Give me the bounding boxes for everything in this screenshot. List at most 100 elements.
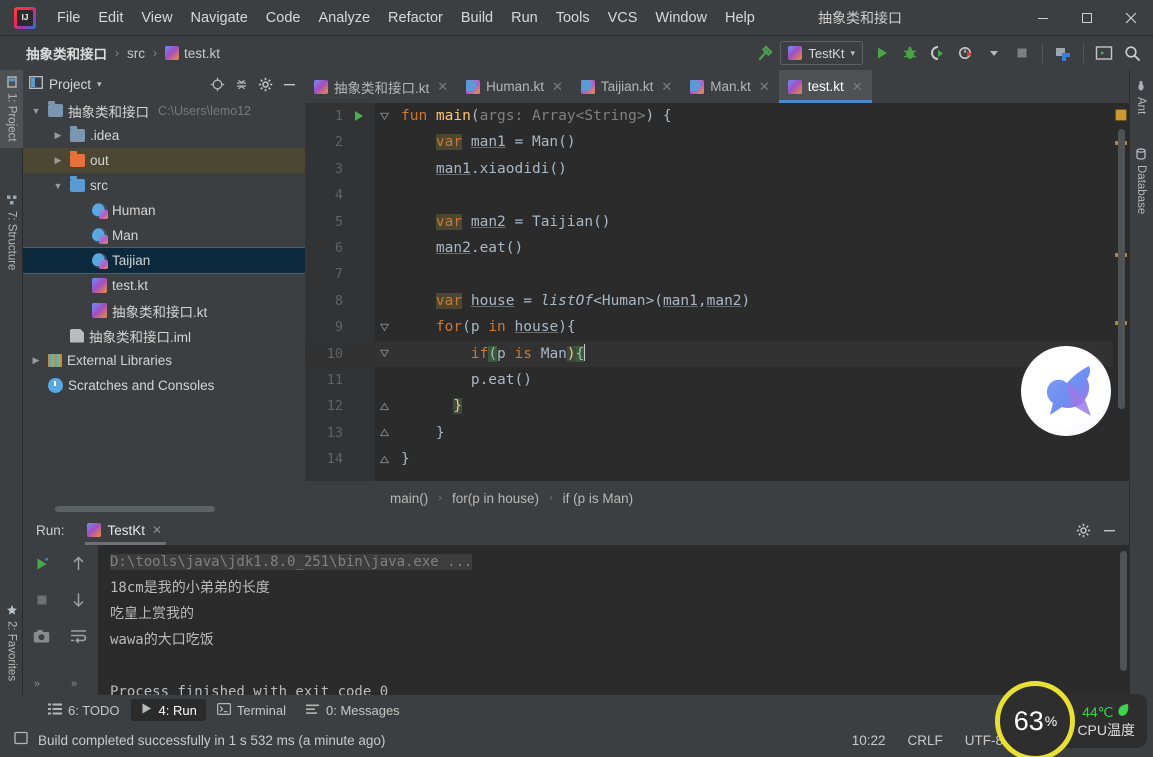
fold-marker-icon[interactable] <box>375 349 393 358</box>
close-icon[interactable]: ✕ <box>759 79 770 95</box>
code-line[interactable]: 7 <box>305 261 1129 287</box>
close-icon[interactable]: ✕ <box>852 79 863 95</box>
menu-analyze[interactable]: Analyze <box>310 7 378 29</box>
run-gutter-icon[interactable] <box>343 111 375 122</box>
scrollbar-thumb[interactable] <box>55 506 215 512</box>
code-line[interactable]: 8 var house = listOf<Human>(man1,man2) <box>305 288 1129 314</box>
fold-end-icon[interactable] <box>375 402 393 411</box>
caret-position[interactable]: 10:22 <box>852 733 886 748</box>
code-line[interactable]: 9 for(p in house){ <box>305 314 1129 340</box>
fold-end-icon[interactable] <box>375 428 393 437</box>
tab-taijian-kt[interactable]: Taijian.kt ✕ <box>572 70 681 103</box>
close-icon[interactable]: ✕ <box>661 79 672 95</box>
stop-icon[interactable] <box>1009 40 1035 66</box>
code-line[interactable]: 14 } <box>305 446 1129 472</box>
menu-view[interactable]: View <box>133 7 180 29</box>
run-configuration-selector[interactable]: TestKt ▾ <box>780 41 863 65</box>
chevron-down-icon[interactable] <box>981 40 1007 66</box>
toolwindow-run[interactable]: 4: Run <box>130 699 206 721</box>
hide-icon[interactable] <box>279 74 299 94</box>
menu-help[interactable]: Help <box>717 7 763 29</box>
console-scrollbar-thumb[interactable] <box>1120 551 1127 671</box>
hide-icon[interactable] <box>1097 518 1121 542</box>
tab-man-kt[interactable]: Man.kt ✕ <box>681 70 778 103</box>
tree-node[interactable]: Taijian <box>23 247 305 274</box>
fold-end-icon[interactable] <box>375 455 393 464</box>
sidebar-item-ant[interactable]: Ant <box>1129 74 1153 120</box>
status-message[interactable]: Build completed successfully in 1 s 532 … <box>38 733 385 748</box>
tree-node[interactable]: Man <box>23 223 305 248</box>
tree-node[interactable]: ▶ External Libraries <box>23 348 305 373</box>
close-button[interactable] <box>1109 0 1153 36</box>
collapse-all-icon[interactable] <box>231 74 251 94</box>
tree-node[interactable]: Scratches and Consoles <box>23 373 305 398</box>
toolwindow-terminal[interactable]: Terminal <box>208 700 295 721</box>
menu-window[interactable]: Window <box>647 7 715 29</box>
project-panel-title-group[interactable]: Project ▾ <box>29 76 102 92</box>
code-line[interactable]: 12 } <box>305 393 1129 419</box>
open-terminal-icon[interactable] <box>1091 40 1117 66</box>
toolwindow-messages[interactable]: 0: Messages <box>297 700 409 721</box>
run-with-coverage-icon[interactable] <box>925 40 951 66</box>
project-horizontal-scrollbar[interactable] <box>23 503 305 515</box>
menu-edit[interactable]: Edit <box>90 7 131 29</box>
menu-code[interactable]: Code <box>258 7 309 29</box>
minimize-button[interactable] <box>1021 0 1065 36</box>
editor-marker-bar[interactable] <box>1113 103 1129 481</box>
menu-build[interactable]: Build <box>453 7 501 29</box>
code-line[interactable]: 5 var man2 = Taijian() <box>305 209 1129 235</box>
menu-vcs[interactable]: VCS <box>600 7 646 29</box>
hammer-icon[interactable] <box>752 40 778 66</box>
toolwindow-todo[interactable]: 6: TODO <box>39 700 129 721</box>
locate-icon[interactable] <box>207 74 227 94</box>
tab-human-kt[interactable]: Human.kt ✕ <box>457 70 572 103</box>
maximize-button[interactable] <box>1065 0 1109 36</box>
fold-marker-icon[interactable] <box>375 323 393 332</box>
code-line-current[interactable]: 10 if(p is Man){ <box>305 340 1129 367</box>
tree-node[interactable]: Human <box>23 198 305 223</box>
sidebar-item-favorites[interactable]: 2: Favorites <box>0 598 23 687</box>
stop-icon[interactable] <box>29 587 55 613</box>
chevron-down-icon[interactable]: ▼ <box>51 179 65 193</box>
rerun-icon[interactable] <box>29 551 55 577</box>
breadcrumb-for-loop[interactable]: for(p in house) <box>442 488 549 509</box>
menu-tools[interactable]: Tools <box>548 7 598 29</box>
chevron-right-icon[interactable]: ▶ <box>51 154 65 168</box>
code-editor[interactable]: 1 fun main(args: Array<String>) { 2 var … <box>305 103 1129 481</box>
inspection-status-icon[interactable] <box>1115 109 1127 121</box>
nav-crumb-file[interactable]: test.kt <box>161 44 224 63</box>
code-line[interactable]: 11 p.eat() <box>305 367 1129 393</box>
code-line[interactable]: 1 fun main(args: Array<String>) { <box>305 103 1129 129</box>
scroll-up-icon[interactable] <box>66 551 92 577</box>
tab-test-kt[interactable]: test.kt ✕ <box>778 70 872 103</box>
breadcrumb-main[interactable]: main() <box>380 488 438 509</box>
cpu-monitor-widget[interactable]: 63 % 44℃ CPU温度 <box>995 681 1147 757</box>
menu-file[interactable]: File <box>49 7 88 29</box>
tree-node[interactable]: ▼ 抽象类和接口 C:\Users\lemo12 <box>23 98 305 123</box>
breadcrumb-if[interactable]: if (p is Man) <box>553 488 644 509</box>
settings-gear-icon[interactable] <box>255 74 275 94</box>
menu-run[interactable]: Run <box>503 7 546 29</box>
chevron-right-icon[interactable]: ▶ <box>51 129 65 143</box>
settings-gear-icon[interactable] <box>1071 518 1095 542</box>
chevron-right-icon[interactable]: ▶ <box>29 354 43 368</box>
debug-icon[interactable] <box>897 40 923 66</box>
profiler-icon[interactable] <box>953 40 979 66</box>
sidebar-item-structure[interactable]: 7: Structure <box>0 188 23 276</box>
chevron-down-icon[interactable]: ▼ <box>29 104 43 118</box>
tree-node[interactable]: ▶ out <box>23 148 305 173</box>
close-icon[interactable]: ✕ <box>552 79 563 95</box>
update-project-icon[interactable] <box>1050 40 1076 66</box>
run-console-output[interactable]: D:\tools\java\jdk1.8.0_251\bin\java.exe … <box>98 545 1129 695</box>
screenshot-icon[interactable] <box>29 623 55 649</box>
tab-abstract-kt[interactable]: 抽象类和接口.kt ✕ <box>305 70 457 103</box>
close-icon[interactable]: ✕ <box>152 523 162 537</box>
tree-node[interactable]: test.kt <box>23 273 305 298</box>
menu-refactor[interactable]: Refactor <box>380 7 451 29</box>
scroll-down-icon[interactable] <box>66 587 92 613</box>
code-line[interactable]: 2 var man1 = Man() <box>305 129 1129 155</box>
fold-marker-icon[interactable] <box>375 112 393 121</box>
search-everywhere-icon[interactable] <box>1119 40 1145 66</box>
run-tab-testkt[interactable]: TestKt ✕ <box>79 515 173 545</box>
close-icon[interactable]: ✕ <box>437 79 448 95</box>
